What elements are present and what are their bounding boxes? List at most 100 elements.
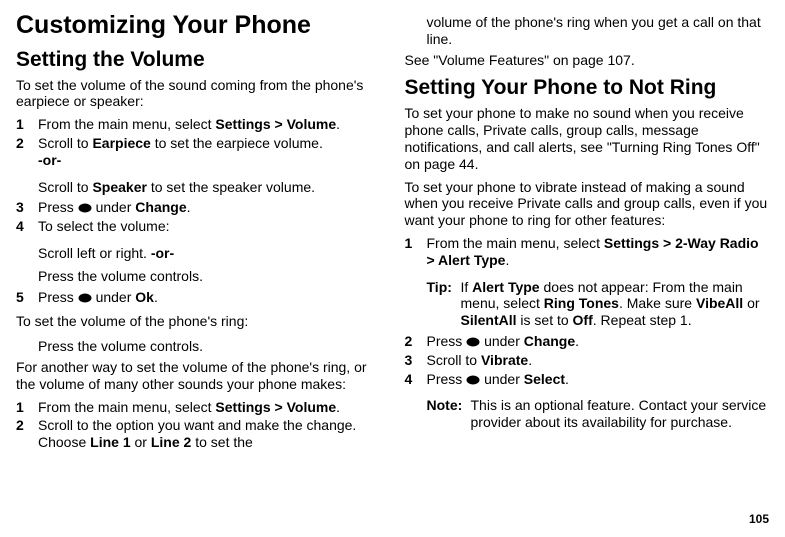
chapter-title: Customizing Your Phone	[16, 12, 381, 40]
paragraph: To set your phone to vibrate instead of …	[405, 179, 770, 229]
paragraph: To set your phone to make no sound when …	[405, 105, 770, 172]
softkey-icon	[466, 375, 480, 385]
bold-text: Ok	[135, 289, 154, 305]
text: .	[565, 371, 569, 387]
text: under	[92, 289, 136, 305]
right-column: volume of the phone's ring when you get …	[405, 12, 770, 510]
bold-text: Off	[573, 312, 593, 328]
left-column: Customizing Your Phone Setting the Volum…	[16, 12, 381, 510]
bold-text: Speaker	[92, 179, 146, 195]
text: to set the earpiece volume.	[151, 135, 323, 151]
step-number: 4	[405, 371, 427, 388]
text: under	[92, 199, 136, 215]
softkey-icon	[466, 337, 480, 347]
another-way-intro: For another way to set the volume of the…	[16, 359, 381, 393]
bold-text: SilentAll	[461, 312, 517, 328]
list-item: 2 Scroll to Earpiece to set the earpiece…	[16, 135, 381, 169]
page-columns: Customizing Your Phone Setting the Volum…	[16, 12, 769, 510]
step-number: 2	[16, 135, 38, 169]
bold-text: Settings > Volume	[215, 399, 336, 415]
tip-block: Tip: If Alert Type does not appear: From…	[427, 279, 770, 329]
step-number: 2	[405, 333, 427, 350]
sub-step: Press the volume controls.	[38, 338, 381, 355]
bold-text: VibeAll	[696, 295, 743, 311]
section-heading-not-ring: Setting Your Phone to Not Ring	[405, 76, 770, 99]
text: under	[480, 333, 524, 349]
bold-text: Alert Type	[472, 279, 539, 295]
step-number: 1	[16, 399, 38, 416]
list-item: 1 From the main menu, select Settings > …	[16, 116, 381, 133]
text: under	[480, 371, 524, 387]
text: .	[505, 252, 509, 268]
text: Scroll to	[38, 179, 92, 195]
bold-text: Ring Tones	[544, 295, 619, 311]
list-item: 2 Press under Change.	[405, 333, 770, 350]
step-number: 1	[16, 116, 38, 133]
step-text: Press under Ok.	[38, 289, 381, 306]
tip-label: Tip:	[427, 279, 461, 329]
step-number: 3	[16, 199, 38, 216]
sub-step: Scroll left or right. -or-	[38, 245, 381, 262]
text: to set the speaker volume.	[147, 179, 315, 195]
step-text: To select the volume:	[38, 218, 381, 235]
tip-text: If Alert Type does not appear: From the …	[461, 279, 770, 329]
text: Press	[427, 371, 467, 387]
text: .	[187, 199, 191, 215]
not-ring-steps-cont: 2 Press under Change. 3 Scroll to Vibrat…	[405, 333, 770, 389]
step-text: Press under Select.	[427, 371, 770, 388]
note-text: This is an optional feature. Contact you…	[471, 397, 770, 431]
text: Scroll to	[427, 352, 481, 368]
text: Press	[38, 289, 78, 305]
volume-steps-1-cont: 3 Press under Change. 4 To select the vo…	[16, 199, 381, 237]
not-ring-steps: 1 From the main menu, select Settings > …	[405, 235, 770, 271]
step-number: 1	[405, 235, 427, 269]
list-item: 4 Press under Select.	[405, 371, 770, 388]
list-item: 2 Scroll to the option you want and make…	[16, 417, 381, 451]
continued-text: volume of the phone's ring when you get …	[427, 14, 770, 48]
text: . Repeat step 1.	[593, 312, 692, 328]
note-label: Note:	[427, 397, 471, 431]
step-text: From the main menu, select Settings > 2-…	[427, 235, 770, 269]
volume-steps-1: 1 From the main menu, select Settings > …	[16, 116, 381, 170]
step-number: 3	[405, 352, 427, 369]
bold-text: Line 1	[90, 434, 130, 450]
text: From the main menu, select	[427, 235, 604, 251]
or-text: -or-	[38, 152, 61, 168]
softkey-icon	[78, 203, 92, 213]
sub-step: Scroll to Speaker to set the speaker vol…	[38, 179, 381, 196]
step-text: Scroll to the option you want and make t…	[38, 417, 381, 451]
sub-step: Press the volume controls.	[38, 268, 381, 285]
volume-steps-1-end: 5 Press under Ok.	[16, 289, 381, 308]
volume-steps-2: 1 From the main menu, select Settings > …	[16, 399, 381, 453]
text: .	[336, 116, 340, 132]
list-item: 1 From the main menu, select Settings > …	[16, 399, 381, 416]
text: Scroll to	[38, 135, 92, 151]
step-text: Scroll to Earpiece to set the earpiece v…	[38, 135, 381, 169]
step-number: 4	[16, 218, 38, 235]
text: From the main menu, select	[38, 399, 215, 415]
page-number: 105	[16, 512, 769, 526]
bold-text: Vibrate	[481, 352, 528, 368]
step-text: From the main menu, select Settings > Vo…	[38, 399, 381, 416]
note-block: Note: This is an optional feature. Conta…	[427, 397, 770, 431]
list-item: 4 To select the volume:	[16, 218, 381, 235]
step-number: 2	[16, 417, 38, 451]
text: or	[743, 295, 759, 311]
bold-text: Line 2	[151, 434, 191, 450]
step-text: Press under Change.	[38, 199, 381, 216]
bold-text: Earpiece	[92, 135, 150, 151]
text: .	[528, 352, 532, 368]
text: . Make sure	[619, 295, 696, 311]
text: Press	[38, 199, 78, 215]
step-number: 5	[16, 289, 38, 306]
text: or	[131, 434, 151, 450]
text: .	[575, 333, 579, 349]
bold-text: Change	[524, 333, 575, 349]
text: Press	[427, 333, 467, 349]
text: .	[154, 289, 158, 305]
bold-text: Settings > Volume	[215, 116, 336, 132]
softkey-icon	[78, 293, 92, 303]
text: is set to	[517, 312, 573, 328]
list-item: 1 From the main menu, select Settings > …	[405, 235, 770, 269]
step-text: Press under Change.	[427, 333, 770, 350]
